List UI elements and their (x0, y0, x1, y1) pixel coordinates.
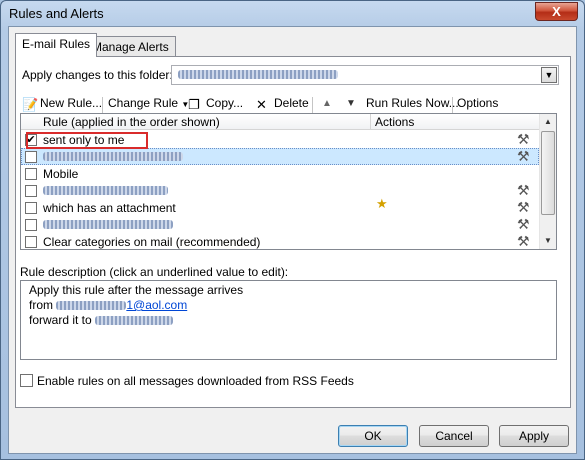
rule-actions-icon: ⚒ (517, 131, 530, 147)
copy-icon: ❐ (188, 97, 200, 112)
folder-dropdown[interactable]: ▼ (171, 65, 559, 85)
rule-actions-icon: ⚒ (517, 216, 530, 232)
scroll-up-icon[interactable]: ▲ (540, 114, 556, 130)
rule-row[interactable]: Clear categories on mail (recommended) ⚒ (21, 233, 539, 249)
delete-button[interactable]: ✕ Delete (256, 96, 309, 112)
rule-description-box: Apply this rule after the message arrive… (20, 280, 557, 360)
new-rule-icon: 📝 (22, 97, 39, 112)
rule-actions-icon: ⚒ (517, 199, 530, 215)
rule-actions-icon: ⚒ (517, 182, 530, 198)
toolbar-divider (452, 97, 453, 113)
folder-label: Apply changes to this folder: (22, 68, 173, 82)
delete-x-icon: ✕ (256, 97, 267, 112)
rule-row[interactable]: ⚒ (21, 182, 539, 199)
forward-address-link[interactable] (95, 313, 174, 327)
rule-checkbox[interactable] (25, 202, 37, 214)
rule-checkbox[interactable] (25, 219, 37, 231)
rule-row[interactable]: ⚒ (21, 148, 539, 165)
rss-rules-checkbox[interactable] (20, 374, 33, 387)
rule-label: Clear categories on mail (recommended) (43, 235, 261, 249)
rule-actions-icon: ⚒ (517, 148, 530, 164)
column-header-actions[interactable]: Actions (375, 115, 414, 129)
rule-checkbox[interactable] (25, 236, 37, 248)
column-divider (370, 114, 371, 130)
ok-button[interactable]: OK (338, 425, 408, 447)
toolbar-divider (102, 97, 103, 113)
rule-row[interactable]: ⚒ (21, 216, 539, 233)
rules-list-scrollbar[interactable]: ▲ ▼ (539, 114, 556, 249)
cancel-button[interactable]: Cancel (419, 425, 489, 447)
apply-button[interactable]: Apply (499, 425, 569, 447)
window-title: Rules and Alerts (9, 6, 104, 21)
rule-row[interactable]: Mobile (21, 165, 539, 182)
rule-row[interactable]: which has an attachment ★ ⚒ (21, 196, 539, 216)
tab-email-rules[interactable]: E-mail Rules (15, 33, 98, 57)
redacted-rule-name (43, 152, 183, 161)
rule-actions-icon: ⚒ (517, 233, 530, 249)
description-line: forward it to (29, 313, 548, 328)
redacted-folder-name (178, 70, 338, 79)
rules-and-alerts-dialog: Rules and Alerts X E-mail Rules Manage A… (0, 0, 585, 460)
rule-checkbox[interactable] (25, 185, 37, 197)
toolbar-divider (312, 97, 313, 113)
scroll-down-icon[interactable]: ▼ (540, 233, 556, 249)
rule-description-label: Rule description (click an underlined va… (20, 265, 289, 279)
alert-star-icon: ★ (376, 196, 388, 211)
new-rule-button[interactable]: 📝 New Rule... (22, 96, 102, 112)
column-header-rule[interactable]: Rule (applied in the order shown) (43, 115, 220, 129)
close-button[interactable]: X (535, 2, 578, 21)
rules-list[interactable]: Rule (applied in the order shown) Action… (20, 113, 557, 250)
tab-manage-alerts[interactable]: Manage Alerts (85, 36, 176, 56)
rss-rules-label: Enable rules on all messages downloaded … (37, 374, 354, 388)
rule-checkbox[interactable] (25, 168, 37, 180)
options-button[interactable]: Options (457, 96, 498, 110)
dialog-client-area: E-mail Rules Manage Alerts Apply changes… (8, 26, 577, 454)
move-up-button[interactable]: ▲ (322, 98, 332, 109)
title-bar[interactable]: Rules and Alerts X (1, 1, 584, 27)
move-down-button[interactable]: ▼ (346, 98, 356, 109)
rule-checkbox[interactable] (25, 151, 37, 163)
copy-button[interactable]: ❐ Copy... (188, 96, 243, 112)
run-rules-now-button[interactable]: Run Rules Now... (366, 96, 459, 110)
rule-label: Mobile (43, 167, 79, 181)
rule-label: which has an attachment (43, 201, 176, 215)
scrollbar-thumb[interactable] (541, 131, 555, 215)
redacted-rule-name (43, 220, 173, 229)
highlight-annotation (26, 132, 148, 149)
chevron-down-icon[interactable]: ▼ (541, 67, 557, 83)
description-line: from 1@aol.com (29, 298, 188, 312)
change-rule-button[interactable]: Change Rule ▼ (108, 96, 189, 110)
description-line: Apply this rule after the message arrive… (29, 283, 244, 297)
rules-list-header: Rule (applied in the order shown) Action… (21, 114, 539, 130)
redacted-rule-name (43, 186, 168, 195)
from-address-link[interactable]: 1@aol.com (56, 298, 187, 312)
